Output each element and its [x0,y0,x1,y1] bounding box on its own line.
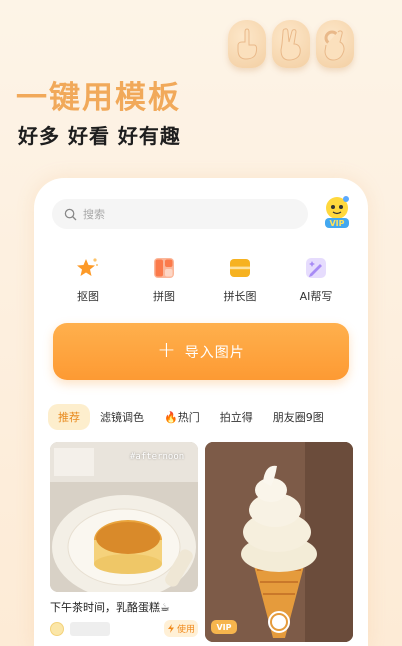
icecream-photo [205,442,353,642]
use-label: 使用 [176,625,195,635]
tool-long-image[interactable]: 拼长图 [212,256,268,304]
tool-ai-write[interactable]: AI帮写 [288,256,344,304]
tab-recommend[interactable]: 推荐 [48,404,90,430]
tool-row: 抠图 拼图 拼长图 AI帮写 [52,256,352,304]
hero-subtitle: 好多 好看 好有趣 [18,124,181,148]
tab-polaroid[interactable]: 拍立得 [210,404,263,430]
plus-icon: + [157,337,177,363]
template-title: 下午茶时间，乳酪蛋糕☕ [50,601,170,614]
search-row: VIP [52,196,352,230]
ai-pen-icon [306,258,326,278]
vip-avatar-icon[interactable]: VIP [322,194,352,230]
tool-label: 抠图 [77,290,99,303]
search-icon [64,208,77,220]
tool-label: 拼长图 [223,290,257,303]
long-image-icon [230,259,250,277]
category-tabs: 推荐 滤镜调色 🔥热门 拍立得 朋友圈9图 [48,404,362,430]
tool-label: 拼图 [153,290,175,303]
cake-photo [50,442,198,592]
one-finger-hand-icon [228,20,266,68]
star-sparkle-icon [77,258,98,276]
lightning-icon [167,624,174,633]
use-template-button[interactable]: 使用 [164,620,198,637]
template-card-icecream[interactable]: VIP [205,442,353,642]
author-name-blurred [70,622,110,636]
tool-label: AI帮写 [299,290,333,303]
peace-hand-icon [272,20,310,68]
hand-gestures [228,20,354,68]
tab-filter[interactable]: 滤镜调色 [90,404,154,430]
hero-title: 一键用模板 [16,80,181,116]
import-button-label: 导入图片 [184,344,245,361]
search-input[interactable] [83,207,283,221]
ok-hand-icon [316,20,354,68]
collage-grid-icon [154,258,174,278]
template-card-cake[interactable]: #afternoon [50,442,198,592]
vip-tag: VIP [211,620,237,634]
import-image-button[interactable]: + 导入图片 [53,323,349,380]
tool-cutout[interactable]: 抠图 [60,256,116,304]
tab-moments-9[interactable]: 朋友圈9图 [263,404,334,430]
tab-hot[interactable]: 🔥热门 [154,404,210,430]
template-footer: 使用 [50,620,198,638]
vip-badge-label: VIP [329,219,344,228]
tool-collage[interactable]: 拼图 [136,256,192,304]
avatar [50,622,64,636]
phone-mockup: VIP 抠图 拼图 拼长图 AI帮写 + 导入图片 推荐 滤镜调色 🔥热门 拍立… [34,178,368,646]
search-bar[interactable] [52,199,308,229]
afternoon-tag: #afternoon [130,452,185,462]
